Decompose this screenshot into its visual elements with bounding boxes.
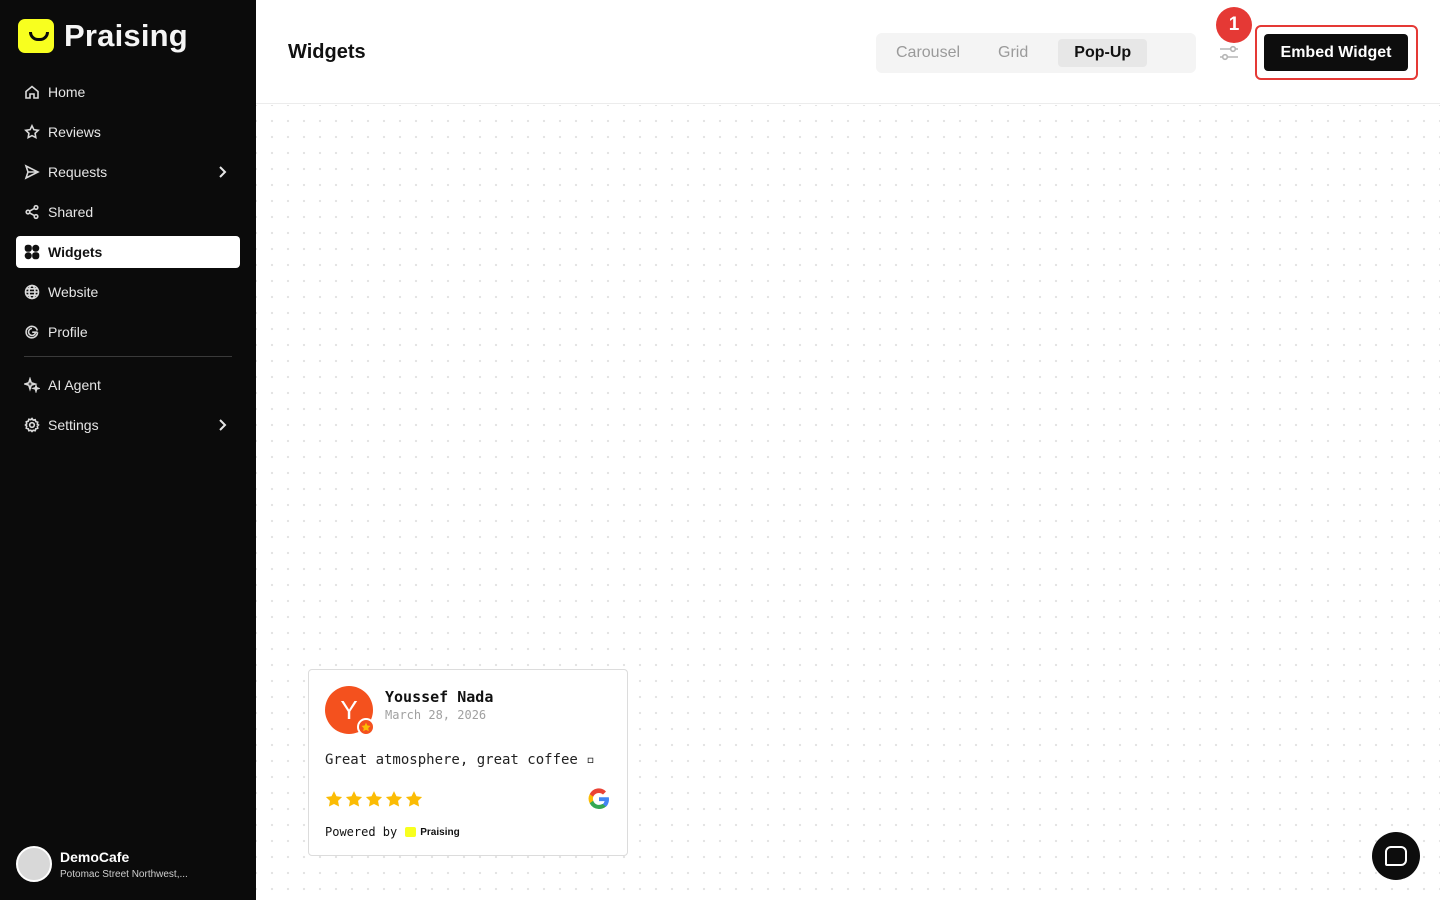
star-badge-icon <box>357 718 375 736</box>
star-icon <box>365 791 383 807</box>
embed-widget-button[interactable]: Embed Widget <box>1264 34 1408 71</box>
sidebar-item-label: AI Agent <box>48 377 101 393</box>
google-icon <box>588 788 609 810</box>
sidebar-item-requests[interactable]: Requests <box>16 156 240 188</box>
sidebar-item-widgets[interactable]: Widgets <box>16 236 240 268</box>
powered-by-label: Powered by <box>325 825 398 839</box>
sidebar-item-ai-agent[interactable]: AI Agent <box>16 369 240 401</box>
gear-icon <box>24 417 40 433</box>
account-address: Potomac Street Northwest,... <box>60 868 188 880</box>
sidebar-item-label: Reviews <box>48 124 101 140</box>
step-badge: 1 <box>1216 7 1252 43</box>
google-icon <box>24 324 40 340</box>
star-icon <box>24 124 40 140</box>
review-popup-card[interactable]: Y Youssef Nada March 28, 2026 Great atmo… <box>308 669 628 856</box>
widget-preview-canvas: Y Youssef Nada March 28, 2026 Great atmo… <box>256 105 1440 900</box>
tab-pop-up[interactable]: Pop-Up <box>1058 39 1148 67</box>
star-rating <box>325 790 423 808</box>
widgets-icon <box>24 244 40 260</box>
sidebar-item-profile[interactable]: Profile <box>16 316 240 348</box>
praising-mini-logo[interactable]: Praising <box>405 826 460 838</box>
sidebar-item-label: Shared <box>48 204 94 220</box>
sidebar-nav: Home Reviews Requests Shared Widgets Web… <box>16 76 240 449</box>
chevron-right-icon <box>214 417 230 433</box>
chat-launcher-button[interactable] <box>1372 832 1420 880</box>
sidebar-item-label: Requests <box>48 164 108 180</box>
customize-icon[interactable] <box>1218 43 1240 63</box>
powered-by: Powered by Praising <box>325 825 460 839</box>
page-title: Widgets <box>288 41 366 63</box>
avatar <box>16 846 52 882</box>
globe-icon <box>24 284 40 300</box>
reviewer-avatar: Y <box>325 686 375 736</box>
page-header: Widgets Carousel Grid Pop-Up Embed Widge… <box>256 0 1440 104</box>
reviewer-name: Youssef Nada <box>385 688 494 706</box>
sidebar-item-label: Profile <box>48 324 88 340</box>
brand[interactable]: Praising <box>18 18 188 54</box>
tab-carousel[interactable]: Carousel <box>880 39 976 67</box>
sidebar-item-reviews[interactable]: Reviews <box>16 116 240 148</box>
chevron-right-icon <box>214 164 230 180</box>
sidebar-divider <box>24 356 232 357</box>
sidebar-item-home[interactable]: Home <box>16 76 240 108</box>
widget-type-tabs: Carousel Grid Pop-Up <box>876 33 1196 73</box>
sidebar-item-label: Widgets <box>48 244 103 260</box>
sidebar-item-label: Home <box>48 84 86 100</box>
review-date: March 28, 2026 <box>385 708 487 722</box>
brand-name: Praising <box>64 18 188 53</box>
sidebar-item-shared[interactable]: Shared <box>16 196 240 228</box>
sidebar-item-settings[interactable]: Settings <box>16 409 240 441</box>
account-name: DemoCafe <box>60 848 130 865</box>
powered-brand: Praising <box>420 826 460 838</box>
share-icon <box>24 204 40 220</box>
star-icon <box>345 791 363 807</box>
tab-grid[interactable]: Grid <box>982 39 1044 67</box>
chat-bubble-icon <box>1385 846 1407 866</box>
send-icon <box>24 164 40 180</box>
reviewer-initial: Y <box>340 694 358 725</box>
home-icon <box>24 84 40 100</box>
praising-logo-icon <box>405 827 417 837</box>
sidebar-item-website[interactable]: Website <box>16 276 240 308</box>
praising-logo-icon <box>18 19 54 53</box>
account-switcher[interactable]: DemoCafe Potomac Street Northwest,... <box>16 846 240 882</box>
sidebar-item-label: Settings <box>48 417 99 433</box>
review-text: Great atmosphere, great coffee ▫ <box>325 752 595 768</box>
sparkle-icon <box>24 377 40 393</box>
star-icon <box>325 791 343 807</box>
star-icon <box>405 791 423 807</box>
sidebar-item-label: Website <box>48 284 99 300</box>
sidebar: Praising Home Reviews Requests Shared Wi… <box>0 0 256 900</box>
star-icon <box>385 791 403 807</box>
